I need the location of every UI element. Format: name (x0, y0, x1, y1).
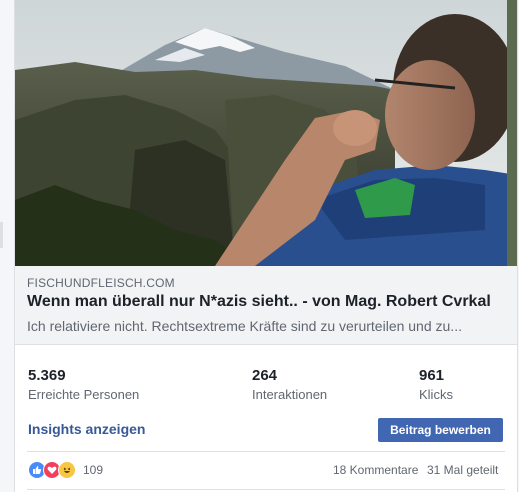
stat-clicks-label: Klicks (419, 387, 453, 402)
stat-reach: 5.369 Erreichte Personen (28, 367, 139, 402)
adjacent-panel-edge (0, 222, 3, 248)
link-description: Ich relativiere nicht. Rechtsextreme Krä… (27, 318, 462, 334)
view-insights-link[interactable]: Insights anzeigen (28, 421, 145, 437)
boost-post-button[interactable]: Beitrag bewerben (378, 418, 503, 442)
post-card: FISCHUNDFLEISCH.COM Wenn man überall nur… (14, 0, 518, 492)
link-preview-meta[interactable]: FISCHUNDFLEISCH.COM Wenn man überall nur… (15, 266, 517, 345)
divider (27, 451, 505, 452)
link-title[interactable]: Wenn man überall nur N*azis sieht.. - vo… (27, 293, 491, 311)
reaction-count: 109 (83, 463, 104, 477)
stat-reach-label: Erreichte Personen (28, 387, 140, 402)
stat-reach-value: 5.369 (28, 367, 66, 384)
stat-engagement-label: Interaktionen (252, 387, 328, 402)
shares-count[interactable]: 31 Mal geteilt (427, 463, 498, 477)
stat-clicks: 961 Klicks (419, 367, 453, 402)
landscape-portrait-photo (15, 0, 517, 266)
bottom-divider (27, 489, 505, 490)
stat-clicks-value: 961 (419, 367, 445, 384)
haha-icon (58, 461, 76, 479)
comments-count[interactable]: 18 Kommentare (333, 463, 418, 477)
link-preview-image[interactable] (15, 0, 517, 266)
stat-engagement-value: 264 (252, 367, 278, 384)
stat-engagement: 264 Interaktionen (252, 367, 327, 402)
reactions-summary[interactable]: 109 (28, 461, 103, 479)
link-domain: FISCHUNDFLEISCH.COM (27, 276, 175, 290)
